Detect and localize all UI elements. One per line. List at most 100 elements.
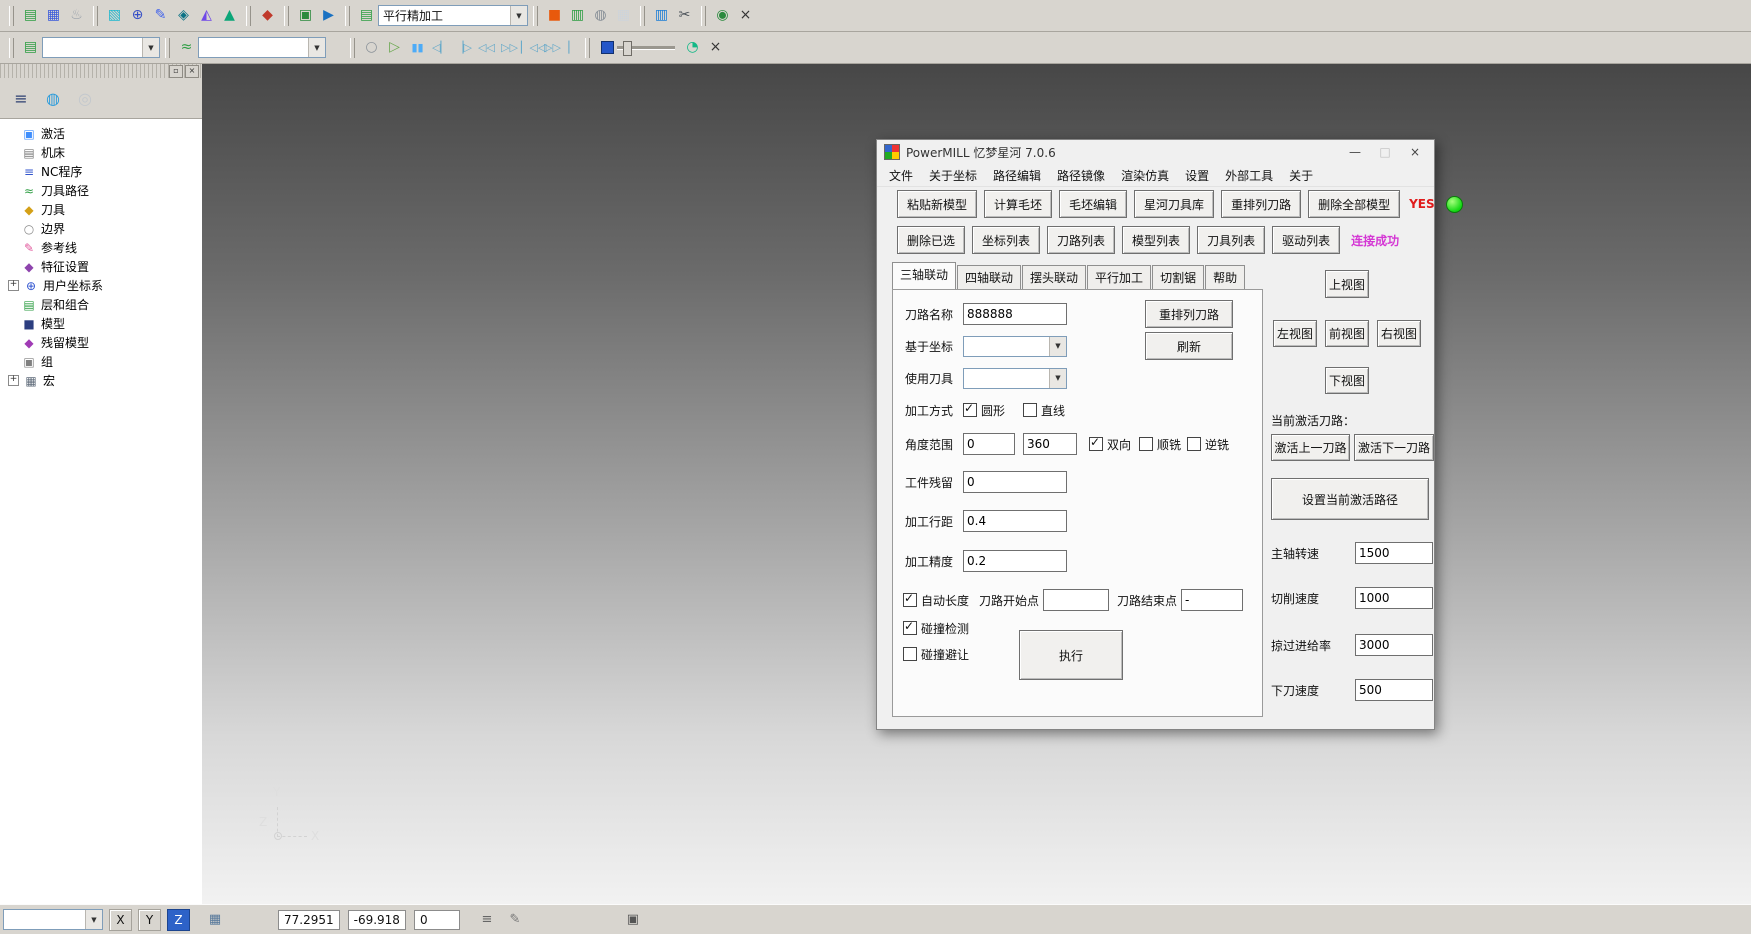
delete-all-models-button[interactable]: 删除全部模型	[1308, 190, 1400, 218]
tree-item-stock-models[interactable]: ◆ 残留模型	[0, 333, 202, 352]
tool-combobox[interactable]	[963, 368, 1067, 389]
expander-icon[interactable]	[8, 319, 17, 328]
stepover-input[interactable]	[963, 510, 1067, 532]
search-icon[interactable]: ◉	[711, 4, 734, 27]
calculator-icon[interactable]: ▦	[612, 4, 635, 27]
expander-icon[interactable]: +	[8, 375, 19, 386]
explorer-tree-icon[interactable]: ≡	[8, 85, 34, 111]
tab-3axis[interactable]: 三轴联动	[892, 262, 956, 289]
expander-icon[interactable]: +	[8, 280, 19, 291]
toolpath-list-button[interactable]: 刀路列表	[1047, 226, 1115, 254]
view-front-button[interactable]: 前视图	[1325, 320, 1369, 347]
calc-block-button[interactable]: 计算毛坯	[984, 190, 1052, 218]
climb-checkbox[interactable]: 顺铣	[1139, 436, 1181, 453]
collision-check-checkbox[interactable]: 碰撞检测	[903, 620, 969, 637]
menu-file[interactable]: 文件	[881, 165, 921, 186]
menu-settings[interactable]: 设置	[1177, 165, 1217, 186]
levels-icon[interactable]: ▤	[19, 4, 42, 27]
feature-icon[interactable]: ▲	[218, 4, 241, 27]
model-icon[interactable]: ▣	[294, 4, 317, 27]
checkbox-icon[interactable]	[1089, 437, 1103, 451]
list-icon[interactable]: ≡	[476, 909, 498, 930]
tree-item-toolpaths[interactable]: ≈ 刀具路径	[0, 181, 202, 200]
dialog-titlebar[interactable]: PowerMILL 忆梦星河 7.0.6 — □ ×	[877, 140, 1434, 164]
tree-item-models[interactable]: ■ 模型	[0, 314, 202, 333]
rearrange-toolpaths-button-2[interactable]: 重排列刀路	[1145, 300, 1233, 328]
start-point-input[interactable]	[1043, 589, 1109, 611]
minimize-button[interactable]: —	[1340, 142, 1370, 162]
boundary-icon[interactable]: ◭	[195, 4, 218, 27]
play-icon[interactable]: ▷	[383, 36, 406, 59]
menu-about-coords[interactable]: 关于坐标	[921, 165, 985, 186]
menu-render-sim[interactable]: 渲染仿真	[1113, 165, 1177, 186]
edit-icon[interactable]: ✎	[504, 909, 526, 930]
bidirectional-checkbox[interactable]: 双向	[1089, 436, 1131, 453]
circle-checkbox[interactable]: 圆形	[963, 402, 1005, 419]
expander-icon[interactable]	[8, 205, 17, 214]
execute-button[interactable]: 执行	[1019, 630, 1123, 680]
fast-forward-icon[interactable]: ▷▷	[498, 36, 521, 59]
line-checkbox[interactable]: 直线	[1023, 402, 1065, 419]
collision-avoid-checkbox[interactable]: 碰撞避让	[903, 646, 969, 663]
chevron-down-icon[interactable]	[1049, 337, 1066, 356]
chevron-down-icon[interactable]	[142, 38, 159, 57]
toolpath-name-input[interactable]	[963, 303, 1067, 325]
tree-item-activate[interactable]: ▣ 激活	[0, 124, 202, 143]
checkbox-icon[interactable]	[1023, 403, 1037, 417]
clock-icon[interactable]: ◔	[681, 36, 704, 59]
expander-icon[interactable]	[8, 186, 17, 195]
spindle-speed-input[interactable]	[1355, 542, 1433, 564]
chart-icon[interactable]: ▥	[566, 4, 589, 27]
close-button[interactable]: ×	[1400, 142, 1430, 162]
drive-list-button[interactable]: 驱动列表	[1272, 226, 1340, 254]
tool-select-combobox[interactable]	[198, 37, 326, 58]
view-left-button[interactable]: 左视图	[1273, 320, 1317, 347]
pattern-icon[interactable]: ◈	[172, 4, 195, 27]
step-back-icon[interactable]: ◁▏	[429, 36, 452, 59]
checkbox-icon[interactable]	[1187, 437, 1201, 451]
chevron-down-icon[interactable]	[510, 6, 527, 25]
tree-item-workplanes[interactable]: + ⊕ 用户坐标系	[0, 276, 202, 295]
levels-icon[interactable]: ▤	[19, 36, 42, 59]
cutting-feed-input[interactable]	[1355, 587, 1433, 609]
slider-track[interactable]	[617, 46, 675, 50]
view-top-button[interactable]: 上视图	[1325, 270, 1369, 298]
stock-input[interactable]	[963, 471, 1067, 493]
tolerance-input[interactable]	[963, 550, 1067, 572]
mask-icon[interactable]: ◎	[72, 85, 98, 111]
expander-icon[interactable]	[8, 129, 17, 138]
chevron-down-icon[interactable]	[1049, 369, 1066, 388]
expander-icon[interactable]	[8, 262, 17, 271]
slider-handle[interactable]	[623, 41, 632, 56]
scissors-icon[interactable]: ✂	[673, 4, 696, 27]
checkbox-icon[interactable]	[903, 593, 917, 607]
checkbox-icon[interactable]	[1139, 437, 1153, 451]
chevron-down-icon[interactable]	[308, 38, 325, 57]
block-icon[interactable]: ▧	[103, 4, 126, 27]
model-list-button[interactable]: 模型列表	[1122, 226, 1190, 254]
tree-item-macros[interactable]: + ▦ 宏	[0, 371, 202, 390]
auto-length-checkbox[interactable]: 自动长度	[903, 592, 969, 609]
view-right-button[interactable]: 右视图	[1377, 320, 1421, 347]
toolbox-icon[interactable]: ■	[543, 4, 566, 27]
tree-item-feature-sets[interactable]: ◆ 特征设置	[0, 257, 202, 276]
statusbar-combobox[interactable]	[3, 909, 103, 930]
simulation-speed-slider[interactable]	[601, 41, 675, 54]
menu-external-tools[interactable]: 外部工具	[1217, 165, 1281, 186]
tab-saw[interactable]: 切割锯	[1152, 265, 1204, 289]
expander-icon[interactable]	[8, 148, 17, 157]
tab-parallel[interactable]: 平行加工	[1087, 265, 1151, 289]
tool-icon[interactable]: ◆	[256, 4, 279, 27]
y-axis-button[interactable]: Y	[138, 909, 161, 931]
tree-item-groups[interactable]: ▣ 组	[0, 352, 202, 371]
go-to-end-icon[interactable]: ▷▷▕	[544, 36, 567, 59]
expander-icon[interactable]	[8, 243, 17, 252]
tree-item-patterns[interactable]: ✎ 参考线	[0, 238, 202, 257]
copy-icon[interactable]: ▣	[622, 909, 644, 930]
tree-item-levels-and-sets[interactable]: ▤ 层和组合	[0, 295, 202, 314]
rapid-feed-input[interactable]	[1355, 634, 1433, 656]
grid-icon[interactable]: ▦	[204, 909, 226, 930]
expander-icon[interactable]	[8, 167, 17, 176]
toolpath-draw-icon[interactable]: ✎	[149, 4, 172, 27]
simulation-icon[interactable]: ▶	[317, 4, 340, 27]
